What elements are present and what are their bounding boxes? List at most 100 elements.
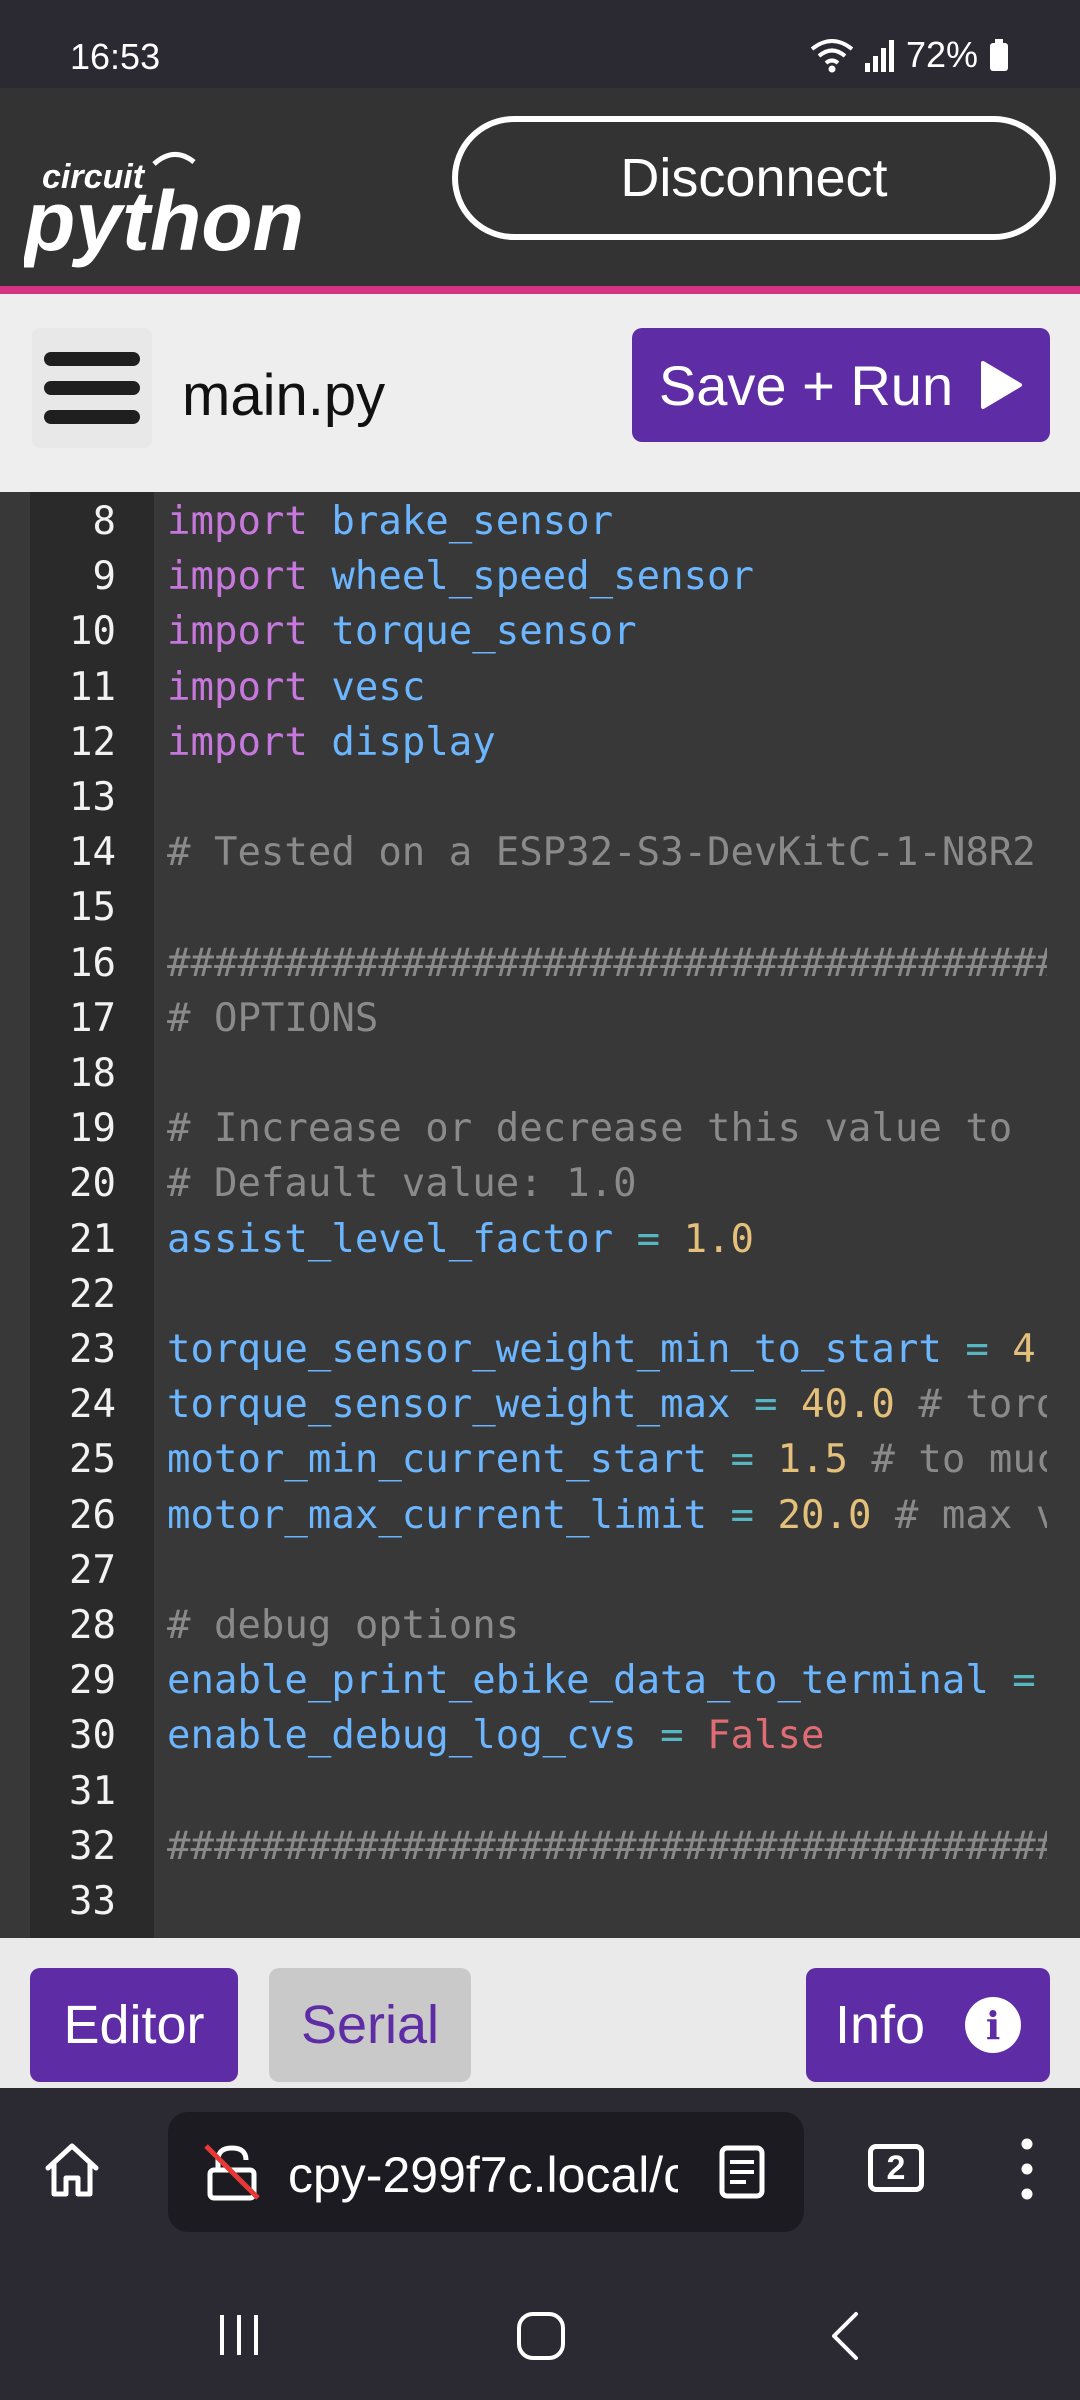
line-number: 8 bbox=[92, 499, 116, 544]
line-number: 33 bbox=[69, 1879, 116, 1924]
disconnect-button[interactable]: Disconnect bbox=[452, 116, 1056, 240]
editor-tab-button[interactable]: Editor bbox=[30, 1968, 238, 2082]
line-number: 22 bbox=[69, 1271, 116, 1317]
code-text: ###################################### bbox=[167, 1819, 1047, 1874]
code-text: # Default value: 1.0 bbox=[167, 1156, 1047, 1211]
status-icons: 72% bbox=[810, 34, 1010, 76]
code-token: motor_max_current_limit bbox=[167, 1492, 708, 1538]
code-line: 16 ###################################### bbox=[0, 936, 1080, 991]
url-text: cpy-299f7c.local/c bbox=[288, 2147, 678, 2203]
file-name: main.py bbox=[182, 363, 386, 428]
code-line: 26 motor_max_current_limit = 20.0 # max v bbox=[0, 1488, 1080, 1543]
line-number: 23 bbox=[69, 1327, 116, 1372]
code-line: 22 bbox=[0, 1267, 1080, 1322]
code-line: 29 enable_print_ebike_data_to_terminal = bbox=[0, 1653, 1080, 1708]
code-line: 32 ###################################### bbox=[0, 1819, 1080, 1874]
code-line: 14 # Tested on a ESP32-S3-DevKitC-1-N8R2 bbox=[0, 825, 1080, 880]
line-number: 10 bbox=[69, 609, 116, 655]
code-token: # to muc bbox=[847, 1437, 1047, 1483]
code-token: 4 bbox=[1012, 1327, 1036, 1372]
code-line: 19 # Increase or decrease this value to bbox=[0, 1101, 1080, 1156]
code-token: brake_sensor bbox=[331, 499, 614, 544]
line-number: 20 bbox=[69, 1161, 116, 1207]
address-bar[interactable]: cpy-299f7c.local/c bbox=[168, 2112, 804, 2232]
info-icon: i bbox=[965, 1997, 1022, 2053]
line-number: 17 bbox=[69, 995, 116, 1041]
more-options-icon[interactable] bbox=[1012, 2134, 1042, 2204]
code-editor[interactable]: 8 import brake_sensor 9 import wheel_speed_… bbox=[0, 492, 1080, 1938]
code-token: enable_print_ebike_data_to_terminal bbox=[167, 1658, 989, 1704]
signal-icon bbox=[864, 40, 894, 72]
code-text: import wheel_speed_sensor bbox=[167, 549, 1047, 604]
code-token: torque_sensor_weight_min_to_start bbox=[167, 1327, 942, 1372]
code-line: 30 enable_debug_log_cvs = False bbox=[0, 1708, 1080, 1763]
line-number: 12 bbox=[69, 719, 116, 765]
line-number: 14 bbox=[69, 830, 116, 876]
line-number: 26 bbox=[69, 1492, 116, 1538]
insecure-lock-icon bbox=[204, 2144, 260, 2201]
line-number: 19 bbox=[69, 1106, 116, 1152]
code-token: # Default value: 1.0 bbox=[167, 1161, 637, 1207]
code-token: 1.0 bbox=[683, 1216, 755, 1262]
code-line: 21 assist_level_factor = 1.0 bbox=[0, 1212, 1080, 1267]
code-text: ###################################### bbox=[167, 936, 1047, 991]
line-number: 21 bbox=[69, 1216, 116, 1262]
code-token: = bbox=[707, 1437, 778, 1483]
home-nav-icon[interactable] bbox=[515, 2310, 567, 2362]
code-token: import bbox=[167, 719, 332, 765]
code-text: motor_max_current_limit = 20.0 # max v bbox=[167, 1488, 1047, 1543]
line-number: 28 bbox=[69, 1603, 116, 1648]
code-token: 1.5 bbox=[777, 1437, 848, 1483]
code-text: import vesc bbox=[167, 660, 1047, 715]
code-token: # Tested on a ESP32-S3-DevKitC-1-N8R2 bbox=[167, 830, 1036, 876]
code-token: = bbox=[707, 1492, 778, 1538]
system-nav-bar bbox=[0, 2270, 1080, 2400]
line-number: 15 bbox=[69, 885, 116, 931]
code-line: 28 # debug options bbox=[0, 1598, 1080, 1653]
code-token: import bbox=[167, 554, 332, 600]
battery-icon bbox=[990, 39, 1008, 71]
code-token: # OPTIONS bbox=[167, 995, 379, 1041]
code-text: enable_debug_log_cvs = False bbox=[167, 1708, 1047, 1763]
home-icon[interactable] bbox=[42, 2140, 102, 2200]
code-text: # Tested on a ESP32-S3-DevKitC-1-N8R2 bbox=[167, 825, 1047, 880]
code-token: import bbox=[167, 499, 332, 544]
code-line: 9 import wheel_speed_sensor bbox=[0, 549, 1080, 604]
line-number: 16 bbox=[69, 940, 116, 986]
recent-apps-icon[interactable] bbox=[214, 2310, 264, 2360]
code-token: display bbox=[331, 719, 496, 765]
code-token: = bbox=[730, 1382, 801, 1428]
serial-tab-button[interactable]: Serial bbox=[269, 1968, 471, 2082]
code-token: 40.0 bbox=[800, 1382, 895, 1428]
code-line: 15 bbox=[0, 880, 1080, 935]
back-icon[interactable] bbox=[822, 2310, 866, 2362]
menu-icon[interactable] bbox=[32, 328, 152, 448]
code-token: motor_min_current_start bbox=[167, 1437, 708, 1483]
header-stripe bbox=[0, 286, 1080, 294]
code-token: False bbox=[707, 1713, 825, 1759]
code-text: enable_print_ebike_data_to_terminal = bbox=[167, 1653, 1047, 1708]
code-token: = bbox=[636, 1713, 708, 1759]
code-line: 13 bbox=[0, 770, 1080, 825]
file-toolbar: main.py Save + Run bbox=[0, 294, 1080, 492]
battery-percent: 72% bbox=[905, 34, 978, 75]
code-token: enable_debug_log_cvs bbox=[167, 1713, 637, 1759]
save-run-label: Save + Run bbox=[658, 353, 954, 417]
code-text: import torque_sensor bbox=[167, 604, 1047, 659]
code-line: 8 import brake_sensor bbox=[0, 494, 1080, 549]
line-number: 24 bbox=[69, 1382, 116, 1428]
code-text: # debug options bbox=[167, 1598, 1047, 1653]
reader-mode-icon[interactable] bbox=[714, 2144, 770, 2200]
play-icon bbox=[981, 361, 1023, 409]
svg-text:python: python bbox=[24, 174, 304, 268]
save-run-button[interactable]: Save + Run bbox=[632, 328, 1050, 442]
line-number: 31 bbox=[69, 1768, 116, 1814]
tabs-count-button[interactable]: 2 bbox=[868, 2144, 924, 2192]
line-number: 13 bbox=[69, 775, 116, 820]
info-button[interactable]: Info i bbox=[806, 1968, 1050, 2082]
line-number: 29 bbox=[69, 1658, 116, 1704]
line-number: 30 bbox=[69, 1713, 116, 1759]
code-text: torque_sensor_weight_max = 40.0 # torq bbox=[167, 1377, 1047, 1432]
code-token: ###################################### bbox=[167, 1823, 1047, 1869]
code-text: import brake_sensor bbox=[167, 494, 1047, 549]
